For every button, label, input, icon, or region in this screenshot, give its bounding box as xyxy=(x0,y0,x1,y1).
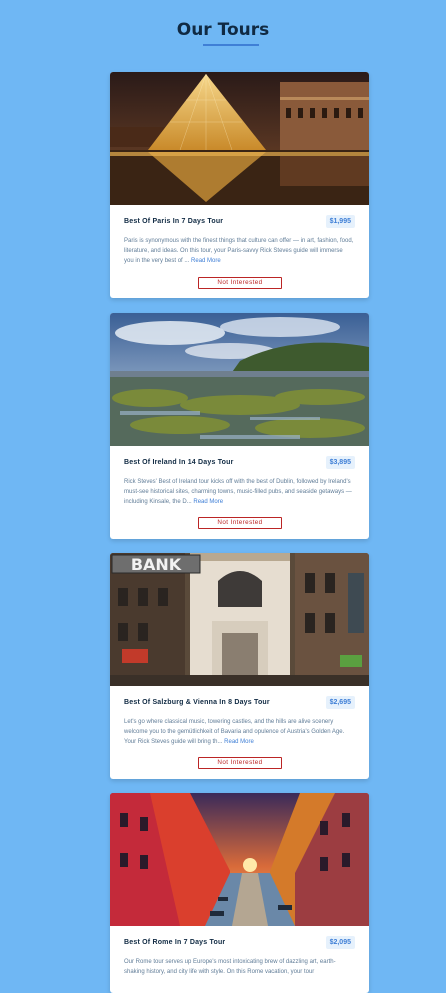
tour-name: Best Of Ireland In 14 Days Tour xyxy=(124,459,234,466)
tour-price: $3,895 xyxy=(325,456,355,469)
tour-image-ireland xyxy=(110,313,369,446)
read-more-link[interactable]: Read More xyxy=(191,258,221,264)
tour-image-rome xyxy=(110,793,369,926)
tour-description: Paris is synonymous with the finest thin… xyxy=(124,237,354,266)
tour-description: Rick Steves' Best of Ireland tour kicks … xyxy=(124,478,354,507)
tour-image-paris xyxy=(110,72,369,205)
tour-image-salzburg: BANK xyxy=(110,553,369,686)
tour-description-text: Paris is synonymous with the finest thin… xyxy=(124,238,354,264)
tour-name: Best Of Paris In 7 Days Tour xyxy=(124,218,224,225)
read-more-link[interactable]: Read More xyxy=(193,499,223,505)
read-more-link[interactable]: Read More xyxy=(224,739,254,745)
tour-description-text: Our Rome tour serves up Europe's most in… xyxy=(124,959,336,975)
tour-price: $2,095 xyxy=(325,936,355,949)
tour-description-text: Rick Steves' Best of Ireland tour kicks … xyxy=(124,479,352,505)
page-title: Our Tours xyxy=(176,20,270,40)
tour-card-ireland: Best Of Ireland In 14 Days Tour $3,895 R… xyxy=(110,313,369,539)
tour-description: Let's go where classical music, towering… xyxy=(124,718,354,747)
tour-card-paris: Best Of Paris In 7 Days Tour $1,995 Pari… xyxy=(110,72,369,298)
not-interested-button[interactable]: Not Interested xyxy=(198,277,282,289)
tour-name: Best Of Rome In 7 Days Tour xyxy=(124,939,226,946)
tour-card-salzburg: BANK Best Of Salzburg & Vienna In 8 Days… xyxy=(110,553,369,779)
tour-price: $1,995 xyxy=(325,215,355,228)
title-underline xyxy=(203,44,259,46)
not-interested-button[interactable]: Not Interested xyxy=(198,757,282,769)
bank-sign: BANK xyxy=(131,555,182,574)
not-interested-button[interactable]: Not Interested xyxy=(198,517,282,529)
tour-name: Best Of Salzburg & Vienna In 8 Days Tour xyxy=(124,699,270,706)
tour-description: Our Rome tour serves up Europe's most in… xyxy=(124,958,354,978)
tour-card-rome: Best Of Rome In 7 Days Tour $2,095 Our R… xyxy=(110,793,369,993)
tour-price: $2,695 xyxy=(325,696,355,709)
